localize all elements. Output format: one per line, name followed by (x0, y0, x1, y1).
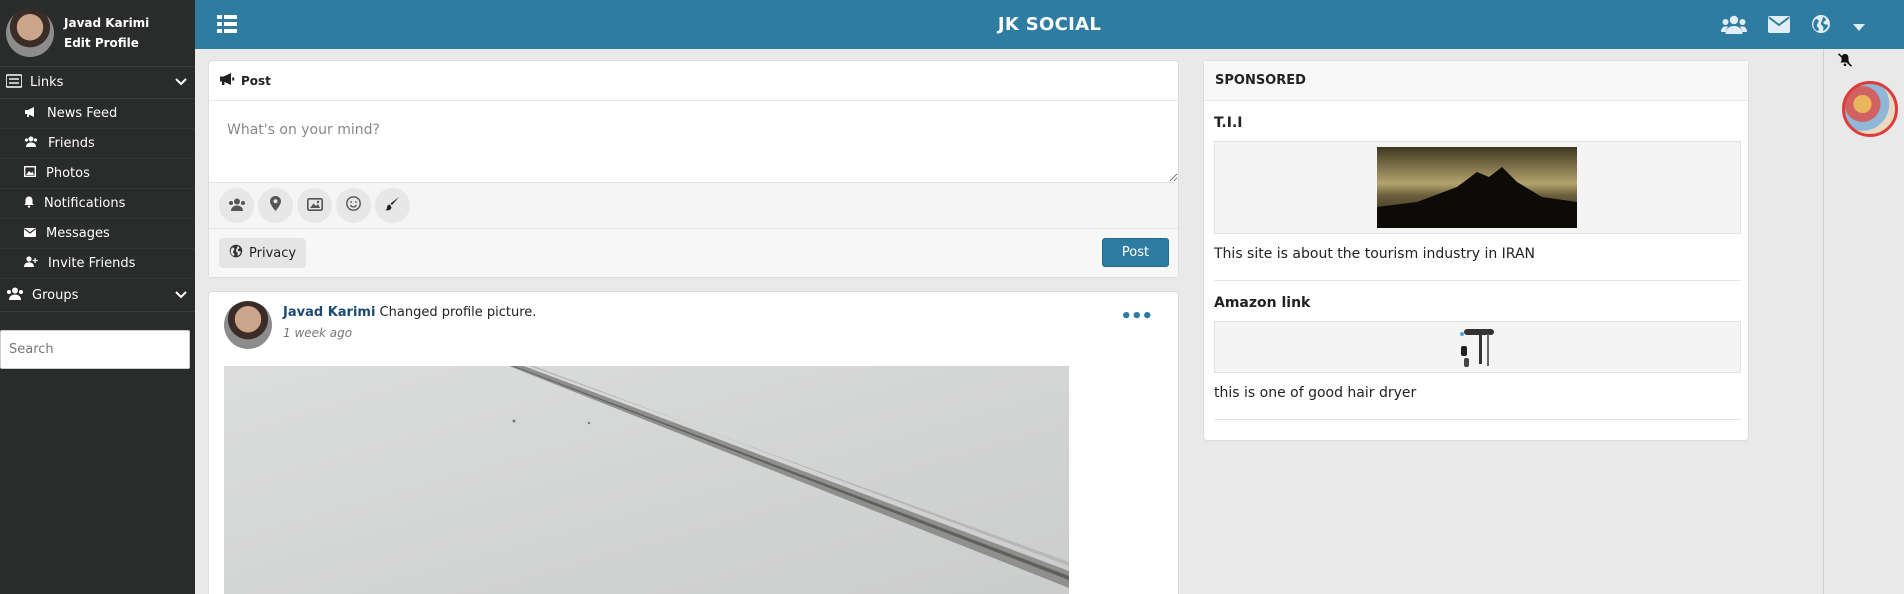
ad-title[interactable]: Amazon link (1214, 295, 1741, 315)
globe-icon (229, 244, 243, 262)
sidebar-item-friends[interactable]: Friends (0, 129, 195, 159)
site-title[interactable]: JK SOCIAL (195, 0, 1904, 49)
smiley-icon (346, 196, 361, 215)
tag-friends-button[interactable] (219, 188, 254, 223)
ad-title[interactable]: T.I.I (1214, 115, 1741, 135)
envelope-icon (24, 226, 36, 241)
ad-image[interactable] (1214, 141, 1741, 234)
post-button[interactable]: Post (1102, 238, 1169, 267)
envelope-icon[interactable] (1768, 15, 1790, 37)
bell-icon (24, 196, 34, 212)
sidebar: Javad Karimi Edit Profile Links News Fee… (0, 0, 195, 594)
user-name[interactable]: Javad Karimi (64, 13, 149, 33)
tag-friends-icon (228, 196, 246, 215)
brush-icon (385, 196, 400, 215)
sidebar-item-invite-friends[interactable]: Invite Friends (0, 249, 195, 279)
sponsored-title: SPONSORED (1204, 61, 1748, 101)
sidebar-item-label: News Feed (47, 106, 118, 121)
ad-description: this is one of good hair dryer (1214, 385, 1417, 401)
sidebar-item-notifications[interactable]: Notifications (0, 189, 195, 219)
ad-item[interactable]: T.I.I This site is about the tourism ind… (1214, 115, 1741, 281)
sidebar-item-photos[interactable]: Photos (0, 159, 195, 189)
users-icon[interactable] (1721, 15, 1747, 38)
groups-section-toggle[interactable]: Groups (0, 279, 195, 312)
composer-title: Post (241, 73, 271, 88)
post-action-text: Changed profile picture. (379, 305, 537, 320)
privacy-label: Privacy (249, 245, 297, 261)
megaphone-icon (219, 72, 235, 89)
sidebar-item-label: Invite Friends (48, 256, 136, 271)
users-icon (24, 136, 38, 151)
topbar: JK SOCIAL (195, 0, 1904, 49)
ad-item[interactable]: Amazon link this is one of good hair dry… (1214, 295, 1741, 420)
feed-post: Javad Karimi Changed profile picture. 1 … (208, 291, 1179, 594)
post-meta: Javad Karimi Changed profile picture. 1 … (283, 305, 536, 340)
sidebar-item-label: Messages (46, 226, 110, 241)
edit-profile-link[interactable]: Edit Profile (64, 33, 149, 53)
profile-info: Javad Karimi Edit Profile (64, 13, 149, 53)
avatar[interactable] (224, 301, 272, 349)
sidebar-item-label: Notifications (44, 196, 126, 211)
privacy-button[interactable]: Privacy (219, 238, 307, 268)
globe-icon[interactable] (1811, 14, 1831, 38)
more-options-icon[interactable]: ••• (1120, 306, 1153, 327)
ad-image-graphic (1377, 147, 1577, 228)
grid-menu-icon[interactable] (217, 15, 237, 37)
online-friend-avatar[interactable] (1842, 81, 1898, 137)
hair-dryer-product-image (1460, 329, 1494, 367)
sidebar-profile[interactable]: Javad Karimi Edit Profile (0, 0, 195, 66)
post-text-input[interactable] (209, 102, 1178, 182)
post-composer: Post Privacy Post (208, 60, 1179, 278)
caret-down-icon[interactable] (1852, 17, 1866, 36)
sidebar-item-label: Photos (46, 166, 90, 181)
list-icon (5, 73, 23, 92)
photo-icon (306, 196, 323, 215)
avatar[interactable] (6, 9, 54, 57)
header-icons (1721, 14, 1866, 38)
post-author-link[interactable]: Javad Karimi (283, 305, 375, 320)
ad-image[interactable] (1214, 321, 1741, 373)
groups-label: Groups (32, 287, 79, 303)
user-plus-icon (24, 256, 38, 271)
composer-header: Post (209, 61, 1178, 101)
emoji-button[interactable] (336, 188, 371, 223)
sidebar-menu: News Feed Friends Photos Notifications M… (0, 99, 195, 279)
links-section-toggle[interactable]: Links (0, 66, 195, 99)
post-photo[interactable] (224, 366, 1069, 594)
sponsored-panel: SPONSORED T.I.I This site is about the t… (1203, 60, 1749, 441)
image-icon (23, 165, 37, 181)
divider (1214, 280, 1741, 281)
bell-slash-icon[interactable] (1837, 52, 1853, 71)
users-icon (6, 287, 24, 304)
sidebar-item-messages[interactable]: Messages (0, 219, 195, 249)
sidebar-item-news-feed[interactable]: News Feed (0, 99, 195, 129)
draw-button[interactable] (375, 188, 410, 223)
divider (1214, 419, 1741, 420)
ad-description: This site is about the tourism industry … (1214, 246, 1536, 262)
location-button[interactable] (258, 188, 293, 223)
sidebar-item-label: Friends (48, 136, 95, 151)
location-pin-icon (270, 196, 281, 215)
links-label: Links (30, 75, 64, 90)
composer-tools (209, 182, 1178, 229)
post-timestamp[interactable]: 1 week ago (283, 326, 536, 340)
composer-footer: Privacy Post (209, 229, 1178, 277)
chevron-down-icon[interactable] (175, 75, 187, 90)
photo-button[interactable] (297, 188, 332, 223)
chevron-down-icon[interactable] (175, 288, 187, 303)
megaphone-icon (24, 106, 37, 122)
chat-rail (1823, 49, 1904, 594)
search-input[interactable] (0, 330, 190, 369)
